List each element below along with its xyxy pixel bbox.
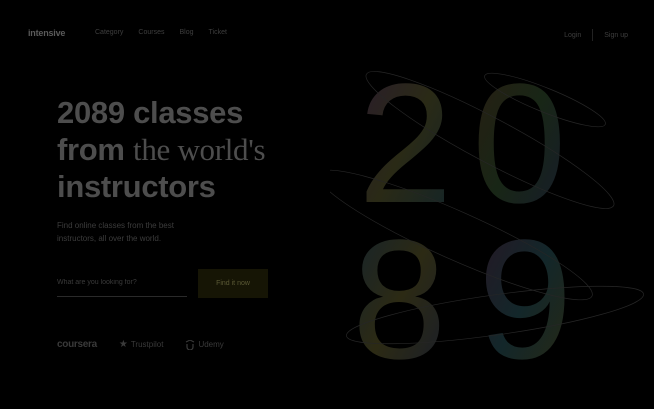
- hero-line-2: from the world's: [57, 131, 317, 168]
- digit-9: 9: [478, 205, 573, 380]
- hero-line-2-serif: the world's: [133, 132, 266, 167]
- nav-link-blog[interactable]: Blog: [179, 29, 193, 36]
- star-icon: ★: [118, 339, 128, 350]
- find-it-now-button[interactable]: Find it now: [198, 269, 268, 298]
- search-field: [57, 270, 187, 297]
- nav-link-courses[interactable]: Courses: [138, 29, 164, 36]
- udemy-logo: Udemy: [185, 339, 224, 350]
- hero-heading: 2089 classes from the world's instructor…: [57, 94, 317, 205]
- login-link[interactable]: Login: [564, 32, 581, 39]
- hero-line-1: 2089 classes: [57, 95, 244, 130]
- hero-line-2-sans: from: [57, 132, 134, 167]
- trustpilot-label: Trustpilot: [130, 340, 164, 349]
- udemy-icon: [186, 339, 195, 350]
- search-input[interactable]: [57, 270, 187, 294]
- digit-8: 8: [352, 205, 447, 380]
- nav-links: Category Courses Blog Ticket: [95, 29, 242, 36]
- hero-number-illustration: 2 0 8 9: [330, 49, 644, 380]
- partner-logos: coursera ★ Trustpilot Udemy: [57, 339, 246, 350]
- hero-subtitle: Find online classes from the best instru…: [57, 221, 174, 243]
- nav-link-ticket[interactable]: Ticket: [209, 29, 227, 36]
- signup-link[interactable]: Sign up: [604, 32, 628, 39]
- hero-line-3: instructors: [57, 169, 216, 204]
- logo[interactable]: intensive: [28, 28, 65, 38]
- nav-link-category[interactable]: Category: [95, 29, 123, 36]
- coursera-logo: coursera: [57, 339, 97, 350]
- trustpilot-logo: ★ Trustpilot: [119, 339, 164, 350]
- udemy-label: Udemy: [198, 340, 224, 349]
